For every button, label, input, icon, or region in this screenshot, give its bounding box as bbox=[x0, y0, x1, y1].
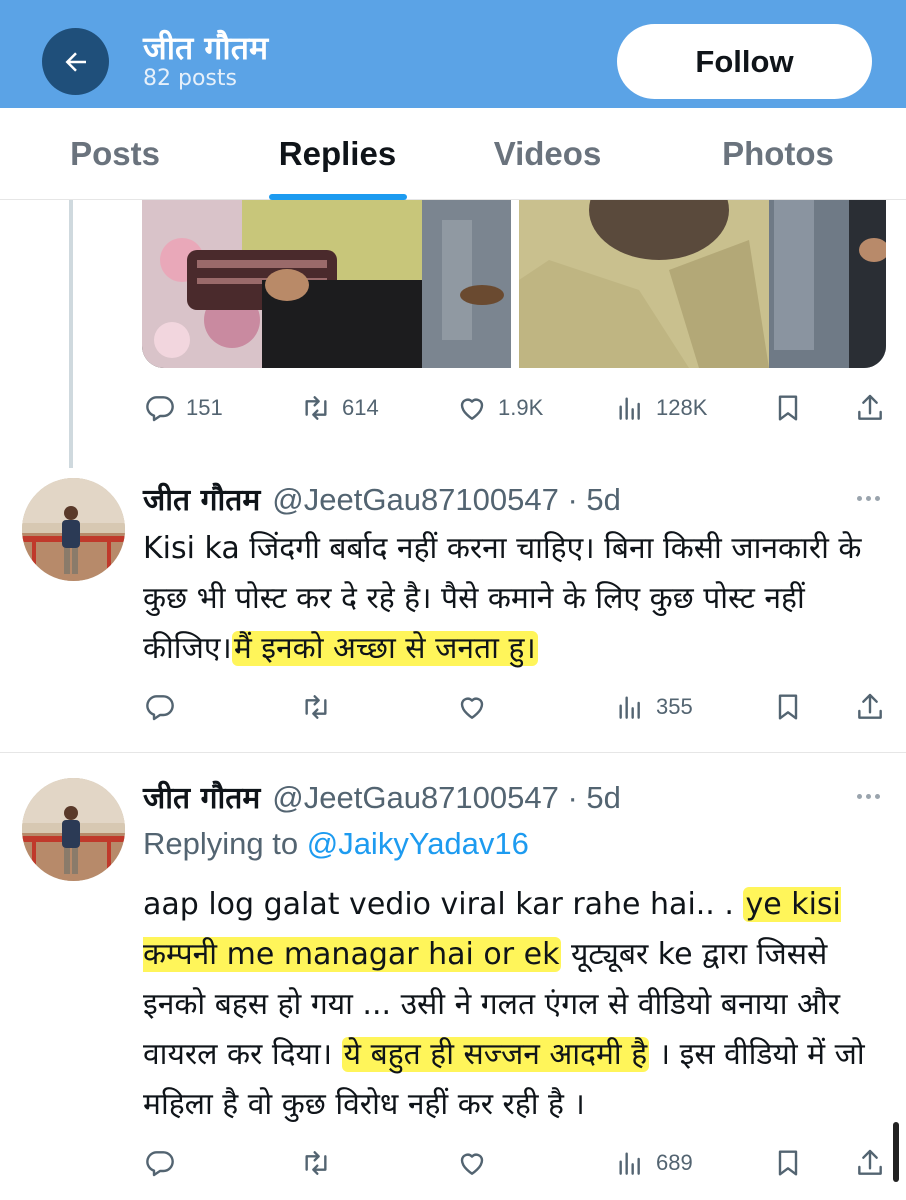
view-count: 355 bbox=[656, 694, 693, 719]
bookmark-icon bbox=[778, 395, 798, 421]
reply-icon bbox=[146, 695, 174, 721]
views-icon bbox=[619, 1152, 640, 1175]
post-count: 82 posts bbox=[143, 66, 237, 91]
tab-replies[interactable]: Replies bbox=[230, 108, 445, 200]
repost-icon bbox=[305, 396, 327, 420]
back-button[interactable] bbox=[42, 28, 109, 95]
views-button[interactable]: 128K bbox=[614, 383, 707, 433]
bookmark-button[interactable] bbox=[772, 682, 804, 732]
repost-icon bbox=[305, 1151, 327, 1175]
view-count: 128K bbox=[656, 395, 708, 420]
like-button[interactable] bbox=[456, 682, 488, 732]
tweet-handle-time[interactable]: @JeetGau87100547 · 5d bbox=[272, 780, 621, 816]
post-action-bar: 151 614 1.9K 128K bbox=[142, 383, 887, 433]
like-icon bbox=[460, 398, 484, 420]
bookmark-icon bbox=[778, 694, 798, 720]
reply-icon bbox=[146, 396, 174, 422]
share-button[interactable] bbox=[854, 682, 886, 732]
share-icon bbox=[858, 394, 882, 420]
views-button[interactable]: 689 bbox=[614, 1138, 693, 1188]
views-icon bbox=[619, 397, 640, 420]
more-icon[interactable] bbox=[848, 488, 888, 508]
tweet-text: aap log galat vedio viral kar rahe hai..… bbox=[143, 880, 893, 1130]
views-button[interactable]: 355 bbox=[614, 682, 693, 732]
repost-button[interactable] bbox=[300, 682, 332, 732]
view-count: 689 bbox=[656, 1150, 693, 1175]
thread-connector bbox=[69, 200, 73, 468]
replying-to: Replying to @JaikyYadav16 bbox=[143, 826, 529, 862]
tab-videos[interactable]: Videos bbox=[445, 108, 650, 200]
share-icon bbox=[858, 693, 882, 719]
profile-tabs: Posts Replies Videos Photos bbox=[0, 108, 906, 200]
bookmark-button[interactable] bbox=[772, 1138, 804, 1188]
views-icon bbox=[619, 696, 640, 719]
like-icon bbox=[460, 1153, 484, 1175]
back-arrow-icon bbox=[65, 51, 86, 72]
share-icon bbox=[858, 1149, 882, 1175]
tweet-text: Kisi ka जिंदगी बर्बाद नहीं करना चाहिए। ब… bbox=[143, 524, 893, 674]
avatar[interactable] bbox=[22, 778, 125, 881]
repost-count: 614 bbox=[342, 395, 379, 420]
tweet-author-name[interactable]: जीत गौतम bbox=[143, 776, 260, 817]
tweet-action-bar: 355 bbox=[142, 682, 887, 732]
scrollbar[interactable] bbox=[893, 1122, 899, 1182]
like-button[interactable] bbox=[456, 1138, 488, 1188]
follow-button[interactable]: Follow bbox=[617, 24, 872, 99]
reply-icon bbox=[146, 1151, 174, 1177]
repost-button[interactable]: 614 bbox=[300, 383, 379, 433]
repost-icon bbox=[305, 695, 327, 719]
tab-posts[interactable]: Posts bbox=[0, 108, 230, 200]
repost-button[interactable] bbox=[300, 1138, 332, 1188]
more-icon[interactable] bbox=[848, 786, 888, 806]
reply-button[interactable]: 151 bbox=[144, 383, 223, 433]
bookmark-icon bbox=[778, 1150, 798, 1176]
like-button[interactable]: 1.9K bbox=[456, 383, 543, 433]
like-icon bbox=[460, 697, 484, 719]
post-image-1[interactable] bbox=[142, 200, 511, 368]
tweet-header: जीत गौतम @JeetGau87100547 · 5d bbox=[143, 776, 621, 816]
share-button[interactable] bbox=[854, 383, 886, 433]
bookmark-button[interactable] bbox=[772, 383, 804, 433]
post-image-2[interactable] bbox=[519, 200, 886, 368]
share-button[interactable] bbox=[854, 1138, 886, 1188]
reply-count: 151 bbox=[186, 395, 223, 420]
profile-header: जीत गौतम 82 posts Follow bbox=[0, 0, 906, 108]
reply-button[interactable] bbox=[144, 1138, 176, 1188]
highlighted-text: ये बहुत ही सज्जन आदमी है bbox=[341, 1037, 650, 1072]
tab-photos[interactable]: Photos bbox=[650, 108, 906, 200]
highlighted-text: मैं इनको अच्छा से जनता हु। bbox=[231, 631, 538, 666]
profile-name: जीत गौतम bbox=[143, 29, 269, 67]
replying-prefix: Replying to bbox=[143, 826, 299, 861]
tweet-handle-time[interactable]: @JeetGau87100547 · 5d bbox=[272, 482, 621, 518]
tweet-action-bar: 689 bbox=[142, 1138, 887, 1188]
like-count: 1.9K bbox=[498, 395, 544, 420]
tweet-divider bbox=[0, 752, 906, 753]
tweet-text-segment: aap log galat vedio viral kar rahe hai..… bbox=[143, 887, 734, 922]
reply-button[interactable] bbox=[144, 682, 176, 732]
mention-link[interactable]: @JaikyYadav16 bbox=[307, 826, 529, 861]
tweet-header: जीत गौतम @JeetGau87100547 · 5d bbox=[143, 478, 621, 518]
avatar[interactable] bbox=[22, 478, 125, 581]
tweet-author-name[interactable]: जीत गौतम bbox=[143, 478, 260, 519]
